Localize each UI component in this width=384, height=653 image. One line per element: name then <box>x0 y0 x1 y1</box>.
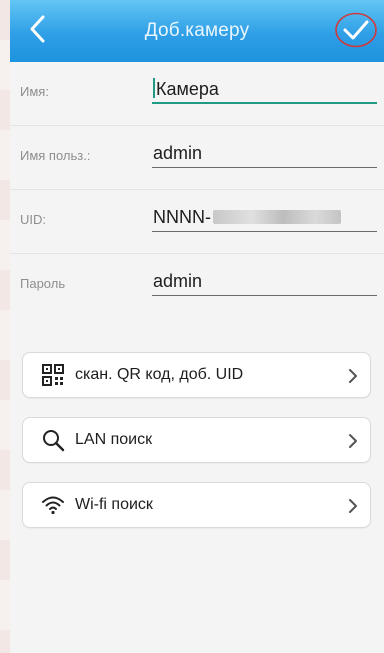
text-cursor <box>153 78 155 98</box>
name-label: Имя: <box>20 84 49 99</box>
name-field[interactable]: Камера <box>152 76 377 104</box>
uid-row: UID: NNNN- <box>10 190 384 254</box>
wifi-search-label: Wi-fi поиск <box>75 496 153 513</box>
name-row: Имя: Камера <box>10 62 384 126</box>
username-field[interactable]: admin <box>152 140 377 168</box>
qr-scan-button[interactable]: скан. QR код, доб. UID <box>22 352 371 398</box>
username-row: Имя польз.: admin <box>10 126 384 190</box>
qr-scan-label: скан. QR код, доб. UID <box>75 366 244 383</box>
left-edge-decoration <box>0 0 10 653</box>
lan-search-button[interactable]: LAN поиск <box>22 417 371 463</box>
uid-redacted <box>213 210 341 224</box>
password-value: admin <box>153 271 203 291</box>
chevron-right-icon <box>349 434 357 448</box>
password-label: Пароль <box>20 276 66 291</box>
camera-form: Имя: Камера Имя польз.: admin UID: NNNN-… <box>10 62 384 318</box>
confirm-button[interactable] <box>334 10 378 50</box>
back-button[interactable] <box>24 11 52 47</box>
password-field[interactable]: admin <box>152 268 377 296</box>
uid-field[interactable]: NNNN- <box>152 204 377 232</box>
qr-code-icon <box>31 364 75 386</box>
app-header: Доб.камеру <box>10 0 384 62</box>
username-value: admin <box>153 143 203 163</box>
search-icon <box>31 428 75 452</box>
uid-value: NNNN- <box>153 207 211 227</box>
chevron-right-icon <box>349 369 357 383</box>
page-title: Доб.камеру <box>144 20 250 41</box>
password-row: Пароль admin <box>10 254 384 318</box>
wifi-icon <box>31 494 75 516</box>
uid-label: UID: <box>20 212 46 227</box>
checkmark-icon <box>343 20 369 40</box>
chevron-right-icon <box>349 499 357 513</box>
lan-search-label: LAN поиск <box>75 431 153 448</box>
chevron-left-icon <box>30 15 45 43</box>
name-value: Камера <box>156 79 219 99</box>
username-label: Имя польз.: <box>20 148 91 163</box>
wifi-search-button[interactable]: Wi-fi поиск <box>22 482 371 528</box>
